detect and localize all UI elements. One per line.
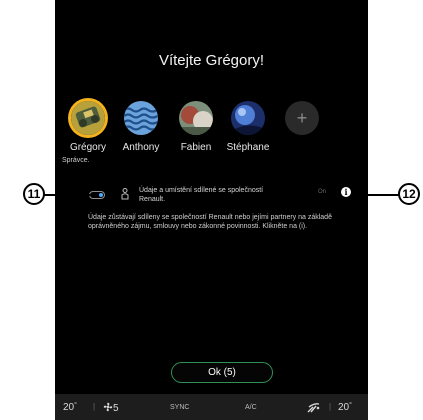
data-sharing-toggle[interactable] (89, 191, 105, 199)
ac-button[interactable]: A/C (245, 404, 257, 411)
multimedia-screen: Vítejte Grégory! Grégory Správce. Anthon… (55, 0, 368, 420)
air-distribution-button[interactable] (307, 402, 321, 416)
air-flow-icon (307, 403, 320, 413)
person-location-icon (121, 188, 129, 200)
profile-gregory[interactable]: Grégory Správce. (59, 101, 117, 164)
profile-name: Anthony (122, 142, 160, 153)
waves-icon (124, 101, 158, 135)
profile-name: Grégory (69, 142, 107, 153)
welcome-title: Vítejte Grégory! (158, 52, 265, 69)
callout-12: 12 (398, 183, 420, 205)
profile-anthony[interactable]: Anthony (112, 101, 170, 153)
avatar-anthony[interactable] (124, 101, 158, 135)
data-sharing-notice: Údaje zůstávají sdíleny se společností R… (88, 214, 332, 230)
profile-role: Správce. (62, 157, 90, 164)
on-label: On (318, 189, 327, 195)
add-profile[interactable]: + (273, 101, 331, 135)
planet-icon (231, 101, 265, 135)
add-profile-icon[interactable]: + (285, 101, 319, 135)
sync-button[interactable]: SYNC (170, 404, 189, 411)
separator: | (93, 402, 96, 411)
right-temperature[interactable]: 20° (338, 402, 352, 413)
info-icon[interactable]: i (341, 187, 351, 197)
profile-fabien[interactable]: Fabien (167, 101, 225, 153)
callout-11-leader (44, 194, 90, 196)
profile-photo-icon (179, 101, 213, 135)
consent-text: Údaje a umístění sdílené se společností … (139, 187, 264, 203)
avatar-stephane[interactable] (231, 101, 265, 135)
fan-icon (103, 402, 113, 412)
ok-button[interactable]: Ok (5) (171, 362, 273, 383)
callout-12-leader (352, 194, 400, 196)
left-temperature[interactable]: 20° (63, 402, 77, 413)
profile-name: Fabien (180, 142, 212, 153)
fan-speed[interactable]: 5 (103, 402, 119, 414)
climate-bar: 20° | 5 SYNC A/C | 20° (55, 394, 368, 420)
toggle-knob (99, 193, 103, 197)
profile-stephane[interactable]: Stéphane (219, 101, 277, 153)
profile-photo-icon (71, 101, 105, 135)
separator: | (329, 402, 332, 411)
profile-name: Stéphane (226, 142, 270, 153)
avatar-fabien[interactable] (179, 101, 213, 135)
avatar-gregory[interactable] (71, 101, 105, 135)
callout-11: 11 (23, 183, 45, 205)
